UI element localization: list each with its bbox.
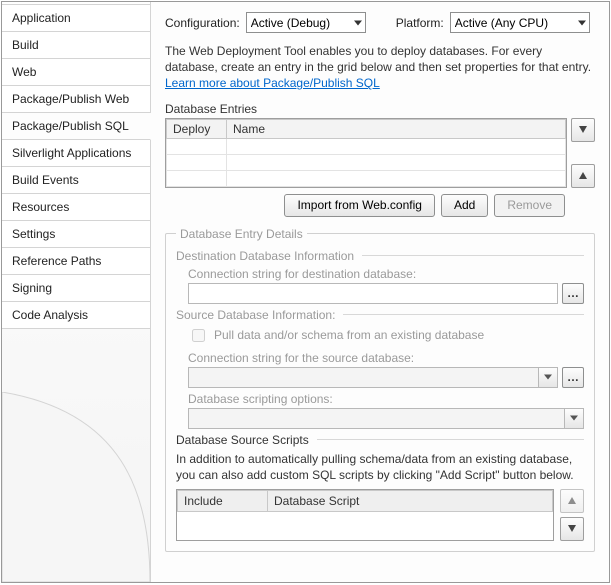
- destination-db-info-header: Destination Database Information: [176, 249, 354, 263]
- sidebar-tab-build-events[interactable]: Build Events: [2, 167, 150, 194]
- arrow-up-icon: [579, 172, 587, 179]
- remove-entry-button[interactable]: Remove: [494, 194, 565, 217]
- sidebar-tab-build[interactable]: Build: [2, 32, 150, 59]
- intro-text: The Web Deployment Tool enables you to d…: [165, 44, 591, 74]
- move-script-down-button[interactable]: [560, 517, 584, 541]
- dest-conn-string-browse-button[interactable]: …: [562, 283, 584, 304]
- entries-col-name[interactable]: Name: [227, 119, 566, 138]
- configuration-label: Configuration:: [165, 16, 240, 30]
- move-script-up-button[interactable]: [560, 489, 584, 513]
- platform-label: Platform:: [396, 16, 444, 30]
- table-row[interactable]: [167, 154, 566, 170]
- configuration-select[interactable]: Active (Debug): [246, 12, 366, 33]
- database-source-scripts-grid[interactable]: Include Database Script: [176, 489, 554, 541]
- source-conn-string-browse-button[interactable]: …: [562, 367, 584, 388]
- arrow-down-icon: [568, 525, 576, 532]
- arrow-up-icon: [568, 497, 576, 504]
- sidebar-tab-code-analysis[interactable]: Code Analysis: [2, 302, 150, 329]
- dest-conn-string-input[interactable]: [188, 283, 558, 304]
- database-entries-grid[interactable]: Deploy Name: [165, 118, 567, 188]
- table-row[interactable]: [178, 511, 553, 527]
- sidebar-tab-reference-paths[interactable]: Reference Paths: [2, 248, 150, 275]
- database-source-scripts-header: Database Source Scripts: [176, 433, 309, 447]
- database-entries-label: Database Entries: [165, 102, 595, 116]
- entries-col-deploy[interactable]: Deploy: [167, 119, 227, 138]
- database-entry-details-group: Database Entry Details Destination Datab…: [165, 227, 595, 552]
- source-db-info-header: Source Database Information:: [176, 308, 335, 322]
- pull-data-schema-label: Pull data and/or schema from an existing…: [214, 328, 484, 342]
- add-entry-button[interactable]: Add: [441, 194, 488, 217]
- pull-data-schema-checkbox[interactable]: [192, 329, 205, 342]
- source-conn-string-label: Connection string for the source databas…: [188, 351, 584, 365]
- sidebar-tab-settings[interactable]: Settings: [2, 221, 150, 248]
- scripts-col-include[interactable]: Include: [178, 490, 268, 511]
- database-entry-details-legend: Database Entry Details: [176, 227, 307, 241]
- db-scripting-options-combo[interactable]: [188, 408, 584, 429]
- database-source-scripts-desc: In addition to automatically pulling sch…: [176, 451, 584, 483]
- sidebar-tab-resources[interactable]: Resources: [2, 194, 150, 221]
- sidebar-tab-application[interactable]: Application: [2, 4, 150, 32]
- package-publish-sql-panel: Configuration: Active (Debug) Platform: …: [150, 2, 609, 582]
- move-entry-up-button[interactable]: [571, 164, 595, 188]
- arrow-down-icon: [579, 126, 587, 133]
- scripts-col-database-script[interactable]: Database Script: [268, 490, 553, 511]
- sidebar-curve-decoration: [2, 392, 150, 582]
- sidebar-tab-package-publish-web[interactable]: Package/Publish Web: [2, 86, 150, 113]
- learn-more-link[interactable]: Learn more about Package/Publish SQL: [165, 76, 380, 90]
- sidebar-tab-package-publish-sql[interactable]: Package/Publish SQL: [2, 113, 151, 140]
- platform-select[interactable]: Active (Any CPU): [450, 12, 590, 33]
- sidebar-tab-silverlight-applications[interactable]: Silverlight Applications: [2, 140, 150, 167]
- project-properties-tabs: Application Build Web Package/Publish We…: [2, 2, 150, 582]
- import-from-web-config-button[interactable]: Import from Web.config: [284, 194, 435, 217]
- dest-conn-string-label: Connection string for destination databa…: [188, 267, 584, 281]
- sidebar-tab-web[interactable]: Web: [2, 59, 150, 86]
- table-row[interactable]: [167, 170, 566, 186]
- source-conn-string-combo[interactable]: [188, 367, 558, 388]
- db-scripting-options-label: Database scripting options:: [188, 392, 584, 406]
- table-row[interactable]: [167, 138, 566, 154]
- move-entry-down-button[interactable]: [571, 118, 595, 142]
- sidebar-tab-signing[interactable]: Signing: [2, 275, 150, 302]
